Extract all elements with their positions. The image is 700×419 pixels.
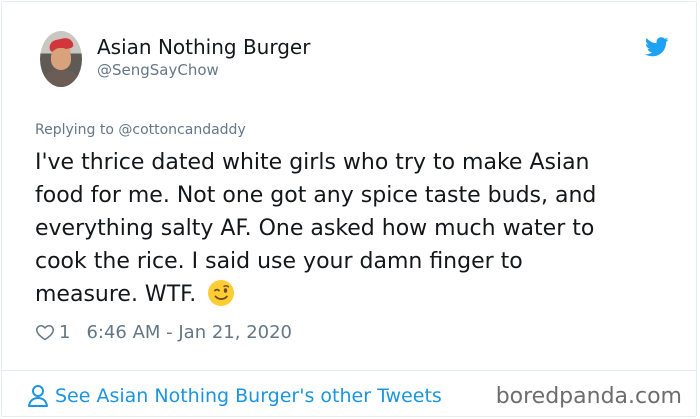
- tweet-meta: 1 6:46 AM - Jan 21, 2020: [35, 320, 292, 344]
- tweet-text-line: I've thrice dated white girls who try to…: [35, 150, 590, 175]
- tweet-text-last-line: measure. WTF.: [35, 278, 665, 311]
- divider: [2, 370, 696, 371]
- twitter-bird-icon[interactable]: [645, 37, 669, 57]
- tweet-card: Asian Nothing Burger @SengSayChow Replyi…: [1, 1, 697, 417]
- tweet-timestamp[interactable]: 6:46 AM - Jan 21, 2020: [86, 322, 292, 343]
- see-other-tweets-label[interactable]: See Asian Nothing Burger's other Tweets: [55, 385, 442, 407]
- tweet-text: I've thrice dated white girls who try to…: [35, 146, 665, 311]
- user-handle[interactable]: @SengSayChow: [97, 61, 219, 79]
- avatar-shirt: [43, 70, 79, 87]
- heart-icon[interactable]: [35, 322, 55, 342]
- tweet-text-ending: measure. WTF.: [35, 282, 197, 307]
- avatar[interactable]: [40, 31, 82, 87]
- replying-to-label[interactable]: Replying to @cottoncandaddy: [35, 122, 246, 139]
- display-name[interactable]: Asian Nothing Burger: [97, 35, 310, 59]
- winking-face-emoji: [208, 280, 235, 306]
- like-count[interactable]: 1: [59, 322, 70, 343]
- tweet-text-line: cook the rice. I said use your damn fing…: [35, 249, 523, 274]
- tweet-text-line: everything salty AF. One asked how much …: [35, 216, 595, 241]
- tweet-text-line: food for me. Not one got any spice taste…: [35, 183, 597, 208]
- site-watermark: boredpanda.com: [495, 384, 682, 409]
- person-icon: [28, 385, 48, 407]
- see-other-tweets-link[interactable]: See Asian Nothing Burger's other Tweets: [27, 384, 442, 408]
- avatar-face: [51, 48, 71, 70]
